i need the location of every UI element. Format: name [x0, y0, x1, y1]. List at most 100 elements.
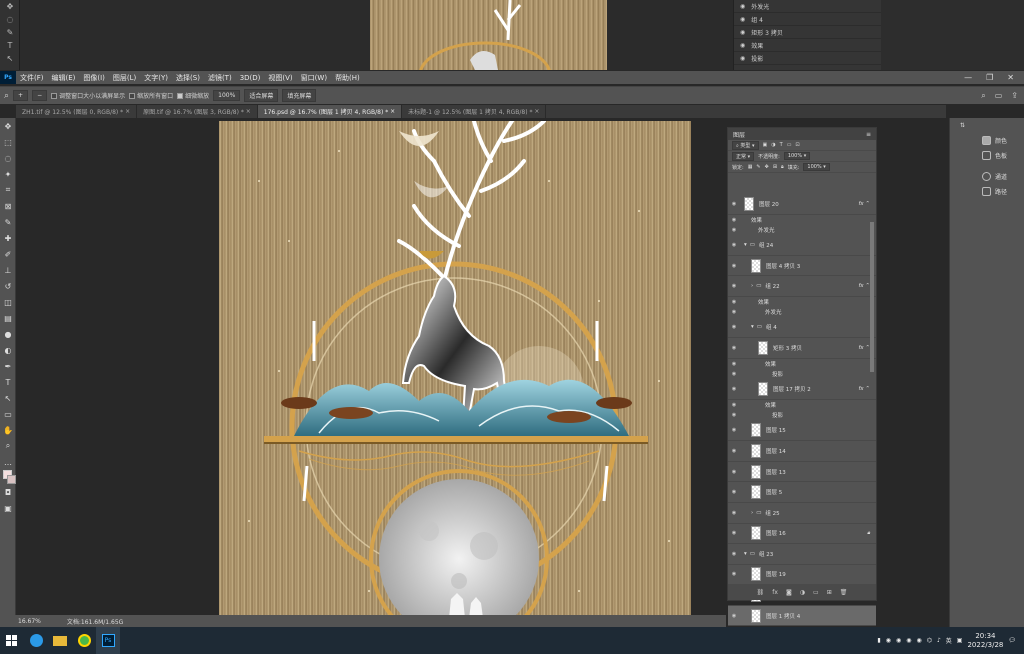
fx-icon[interactable]: fx ⌃ — [858, 386, 870, 392]
tray-app-icon[interactable]: ◉ — [886, 637, 891, 644]
filter-pixel-icon[interactable]: ▣ — [763, 142, 768, 148]
zoom-level[interactable]: 16.67% — [18, 618, 41, 625]
blend-mode-dropdown[interactable]: 正常 ▾ — [732, 151, 755, 161]
ime-indicator[interactable]: 英 — [946, 636, 952, 645]
visibility-eye-icon[interactable]: ◉ — [728, 613, 740, 619]
edge-browser-icon[interactable] — [24, 627, 48, 654]
visibility-eye-icon[interactable]: ◉ — [728, 309, 740, 315]
menu-view[interactable]: 视图(V) — [264, 73, 296, 83]
visibility-eye-icon[interactable]: ◉ — [728, 412, 740, 418]
crop-tool-icon[interactable]: ⌗ — [0, 182, 16, 198]
menu-edit[interactable]: 编辑(E) — [48, 73, 80, 83]
fx-icon[interactable]: fx ⌃ — [858, 283, 870, 289]
search-icon[interactable]: ⌕ — [981, 91, 985, 101]
lock-pixels-icon[interactable]: ✎ — [756, 164, 760, 170]
volume-icon[interactable]: ♪ — [937, 637, 941, 644]
360-browser-icon[interactable] — [72, 627, 96, 654]
frame-tool-icon[interactable]: ⊠ — [0, 198, 16, 214]
hand-tool-icon[interactable]: ✋ — [0, 422, 16, 438]
clock[interactable]: 20:34 2022/3/28 — [967, 632, 1003, 650]
opacity-input[interactable]: 100% ▾ — [783, 152, 811, 160]
visibility-eye-icon[interactable]: ◉ — [728, 469, 740, 475]
add-mask-icon[interactable]: ◙ — [786, 589, 792, 596]
quick-select-tool-icon[interactable]: ✦ — [0, 166, 16, 182]
layers-tab[interactable]: 图层 — [733, 130, 745, 139]
visibility-eye-icon[interactable]: ◉ — [728, 448, 740, 454]
layer-effect-row[interactable]: ◉ 效果 — [728, 400, 876, 410]
adjustment-layer-icon[interactable]: ◑ — [800, 589, 805, 596]
more-tools-icon[interactable]: … — [0, 454, 16, 470]
layer-effect-row[interactable]: ◉ 投影 — [728, 369, 876, 379]
dodge-tool-icon[interactable]: ◐ — [0, 342, 16, 358]
tray-app-icon[interactable]: ▣ — [957, 637, 963, 644]
marquee-tool-icon[interactable]: ⬚ — [0, 134, 16, 150]
menu-help[interactable]: 帮助(H) — [331, 73, 364, 83]
lasso-tool-icon[interactable]: ◌ — [0, 150, 16, 166]
eraser-tool-icon[interactable]: ◫ — [0, 294, 16, 310]
background-color-swatch[interactable] — [7, 475, 16, 484]
visibility-eye-icon[interactable]: ◉ — [728, 217, 740, 223]
restore-icon[interactable]: ❐ — [986, 73, 993, 82]
close-icon[interactable]: ✕ — [1007, 73, 1014, 82]
layer-row[interactable]: ◉ 矩形 3 拷贝 fx ⌃ — [728, 338, 876, 359]
add-style-icon[interactable]: fx — [772, 589, 778, 596]
link-layers-icon[interactable]: ⛓ — [757, 589, 765, 596]
layer-row[interactable]: ◉ 图层 13 — [728, 462, 876, 483]
share-icon[interactable]: ⇪ — [1011, 91, 1018, 101]
chevron-right-icon[interactable]: › — [751, 283, 753, 289]
fx-icon[interactable]: fx ⌃ — [858, 201, 870, 207]
layer-effect-row[interactable]: ◉ 投影 — [728, 410, 876, 420]
visibility-eye-icon[interactable]: ◉ — [728, 361, 740, 367]
visibility-eye-icon[interactable]: ◉ — [728, 283, 740, 289]
visibility-eye-icon[interactable]: ◉ — [728, 371, 740, 377]
visibility-eye-icon[interactable]: ◉ — [728, 299, 740, 305]
fit-screen-button[interactable]: 适合屏幕 — [244, 89, 279, 102]
tray-app-icon[interactable]: ◉ — [916, 637, 921, 644]
visibility-eye-icon[interactable]: ◉ — [728, 227, 740, 233]
layer-effect-row[interactable]: ◉ 外发光 — [728, 307, 876, 317]
eyedropper-tool-icon[interactable]: ✎ — [0, 214, 16, 230]
brush-tool-icon[interactable]: ✐ — [0, 246, 16, 262]
shape-tool-icon[interactable]: ▭ — [0, 406, 16, 422]
layer-filter-dropdown[interactable]: ⌕ 类型 ▾ — [732, 140, 759, 150]
visibility-eye-icon[interactable]: ◉ — [728, 402, 740, 408]
history-brush-icon[interactable]: ↺ — [0, 278, 16, 294]
photoshop-taskbar-icon[interactable]: Ps — [96, 627, 120, 654]
fill-input[interactable]: 100% ▾ — [803, 163, 830, 171]
visibility-eye-icon[interactable]: ◉ — [728, 551, 740, 557]
layer-row[interactable]: ◉ 图层 5 — [728, 482, 876, 503]
menu-layer[interactable]: 图层(L) — [109, 73, 140, 83]
filter-type-icon[interactable]: T — [780, 142, 783, 148]
layer-row[interactable]: ◉ 图层 1 拷贝 4 — [728, 605, 876, 627]
layer-row[interactable]: ◉ 图层 17 拷贝 2 fx ⌃ — [728, 379, 876, 400]
type-tool-icon[interactable]: T — [0, 374, 16, 390]
lock-all-icon[interactable]: 🔒︎ — [781, 164, 784, 170]
tab-zh1[interactable]: ZH1.tif @ 12.5% (图层 0, RGB/8) * × — [16, 105, 138, 118]
layer-group-row[interactable]: ◉ › ▭ 组 25 — [728, 503, 876, 524]
layer-row[interactable]: ◉ 图层 19 — [728, 565, 876, 586]
file-explorer-icon[interactable] — [48, 627, 72, 654]
visibility-eye-icon[interactable]: ◉ — [728, 242, 740, 248]
new-group-icon[interactable]: ▭ — [813, 589, 819, 596]
layer-row[interactable]: ◉ 图层 4 拷贝 3 — [728, 256, 876, 277]
start-icon[interactable] — [0, 627, 24, 654]
layer-row[interactable]: ◉ 图层 14 — [728, 441, 876, 462]
delete-layer-icon[interactable]: 🗑︎ — [840, 589, 848, 596]
menu-file[interactable]: 文件(F) — [16, 73, 48, 83]
layer-group-row[interactable]: ◉ › ▭ 组 22 fx ⌃ — [728, 276, 876, 297]
layer-group-row[interactable]: ◉ ▾ ▭ 组 24 — [728, 235, 876, 256]
lock-artboard-icon[interactable]: ⊞ — [773, 164, 777, 170]
visibility-eye-icon[interactable]: ◉ — [728, 201, 740, 207]
visibility-eye-icon[interactable]: ◉ — [728, 345, 740, 351]
visibility-eye-icon[interactable]: ◉ — [728, 571, 740, 577]
battery-icon[interactable]: ▮ — [877, 637, 880, 644]
layer-effect-row[interactable]: ◉ 效果 — [728, 359, 876, 369]
layer-row[interactable]: ◉ 图层 15 — [728, 421, 876, 442]
document-canvas[interactable] — [219, 121, 691, 618]
workspace-icon[interactable]: ▭ — [995, 91, 1003, 101]
layer-effect-row[interactable]: ◉ 效果 — [728, 297, 876, 307]
stamp-tool-icon[interactable]: ⊥ — [0, 262, 16, 278]
network-icon[interactable]: ⌬ — [927, 637, 932, 644]
blur-tool-icon[interactable]: ● — [0, 326, 16, 342]
move-tool-icon[interactable]: ✥ — [0, 118, 16, 134]
